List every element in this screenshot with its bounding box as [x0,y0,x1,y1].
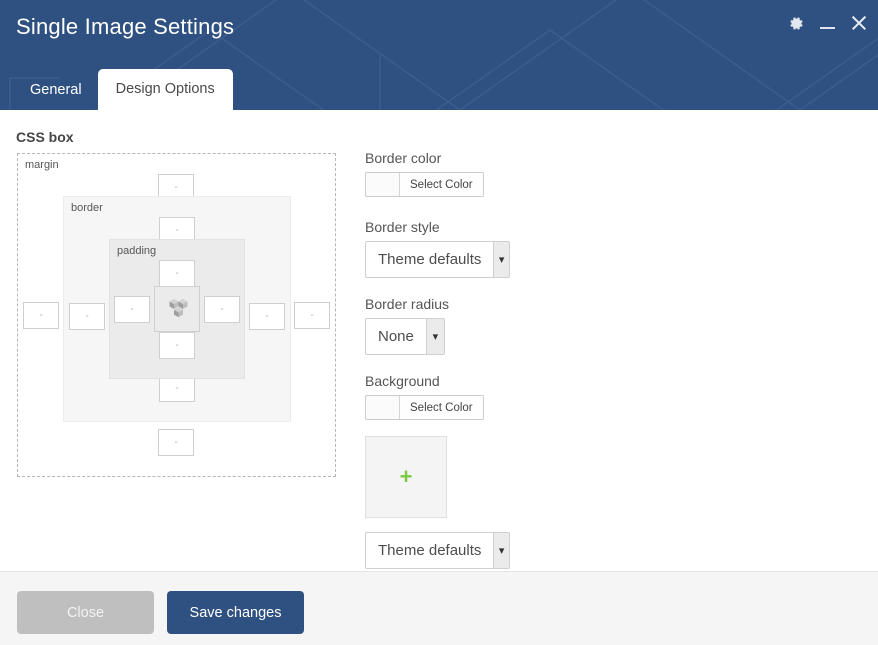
plus-icon: + [399,464,413,489]
window-controls [788,14,868,32]
padding-left-input[interactable] [114,296,150,323]
background-color-swatch[interactable] [366,396,400,419]
border-style-label: Border style [365,219,440,235]
cube-blocks-icon [154,286,200,332]
border-color-label: Border color [365,150,442,166]
page-title: Single Image Settings [16,14,235,39]
chevron-down-icon[interactable]: ▾ [493,242,509,277]
chevron-down-icon[interactable]: ▾ [493,533,509,568]
border-color-select-button[interactable]: Select Color [400,173,483,196]
close-icon[interactable] [850,14,868,32]
tab-design-options-label: Design Options [115,81,215,97]
css-box-padding-region: padding [109,239,245,379]
padding-top-input[interactable] [159,260,195,287]
gear-icon[interactable] [788,15,805,32]
tab-bar: General Design Options [14,68,233,110]
minimize-icon[interactable] [819,15,836,32]
margin-bottom-input[interactable] [158,429,194,456]
border-radius-value: None [378,328,414,345]
border-radius-select[interactable]: None ▾ [365,318,445,355]
border-left-input[interactable] [69,303,105,330]
border-bottom-input[interactable] [159,375,195,402]
margin-right-input[interactable] [294,302,330,329]
dialog-footer: Close Save changes [0,571,878,645]
background-color-picker[interactable]: Select Color [365,395,484,420]
border-color-swatch[interactable] [366,173,400,196]
padding-label: padding [117,245,157,257]
dialog-window: Single Image Settings General Design Opt… [0,0,878,645]
border-style-select[interactable]: Theme defaults ▾ [365,241,510,278]
padding-right-input[interactable] [204,296,240,323]
border-style-group: Border style Theme defaults ▾ [365,219,665,278]
save-changes-button[interactable]: Save changes [167,591,304,634]
border-style-select-wrap: Theme defaults ▾ [365,241,510,278]
background-group: Background Select Color + Theme defaults… [365,373,665,569]
tab-general-label: General [30,82,82,98]
chevron-down-icon[interactable]: ▾ [425,319,444,354]
background-style-select[interactable]: Theme defaults ▾ [365,532,510,569]
css-box-border-region: border padding [63,196,291,422]
background-label: Background [365,373,440,389]
background-style-value: Theme defaults [378,542,482,559]
css-box-margin-region: margin border padding [17,153,336,477]
design-controls-panel: Border color Select Color Border style T… [365,150,665,571]
background-image-upload[interactable]: + [365,436,447,518]
background-color-select-button[interactable]: Select Color [400,396,483,419]
tab-general[interactable]: General [14,72,98,110]
border-label: border [71,202,103,214]
border-radius-group: Border radius None ▾ [365,296,665,355]
margin-label: margin [25,159,59,171]
dialog-body: CSS box margin border padding [0,110,878,571]
background-style-select-wrap: Theme defaults ▾ [365,532,510,569]
dialog-header: Single Image Settings General Design Opt… [0,0,878,110]
border-color-picker[interactable]: Select Color [365,172,484,197]
border-color-group: Border color Select Color [365,150,665,201]
border-style-value: Theme defaults [378,251,482,268]
tab-design-options[interactable]: Design Options [97,69,233,110]
margin-left-input[interactable] [23,302,59,329]
border-right-input[interactable] [249,303,285,330]
close-button[interactable]: Close [17,591,154,634]
border-radius-label: Border radius [365,296,450,312]
padding-bottom-input[interactable] [159,332,195,359]
section-title-css-box: CSS box [16,129,74,145]
border-radius-select-wrap: None ▾ [365,318,445,355]
